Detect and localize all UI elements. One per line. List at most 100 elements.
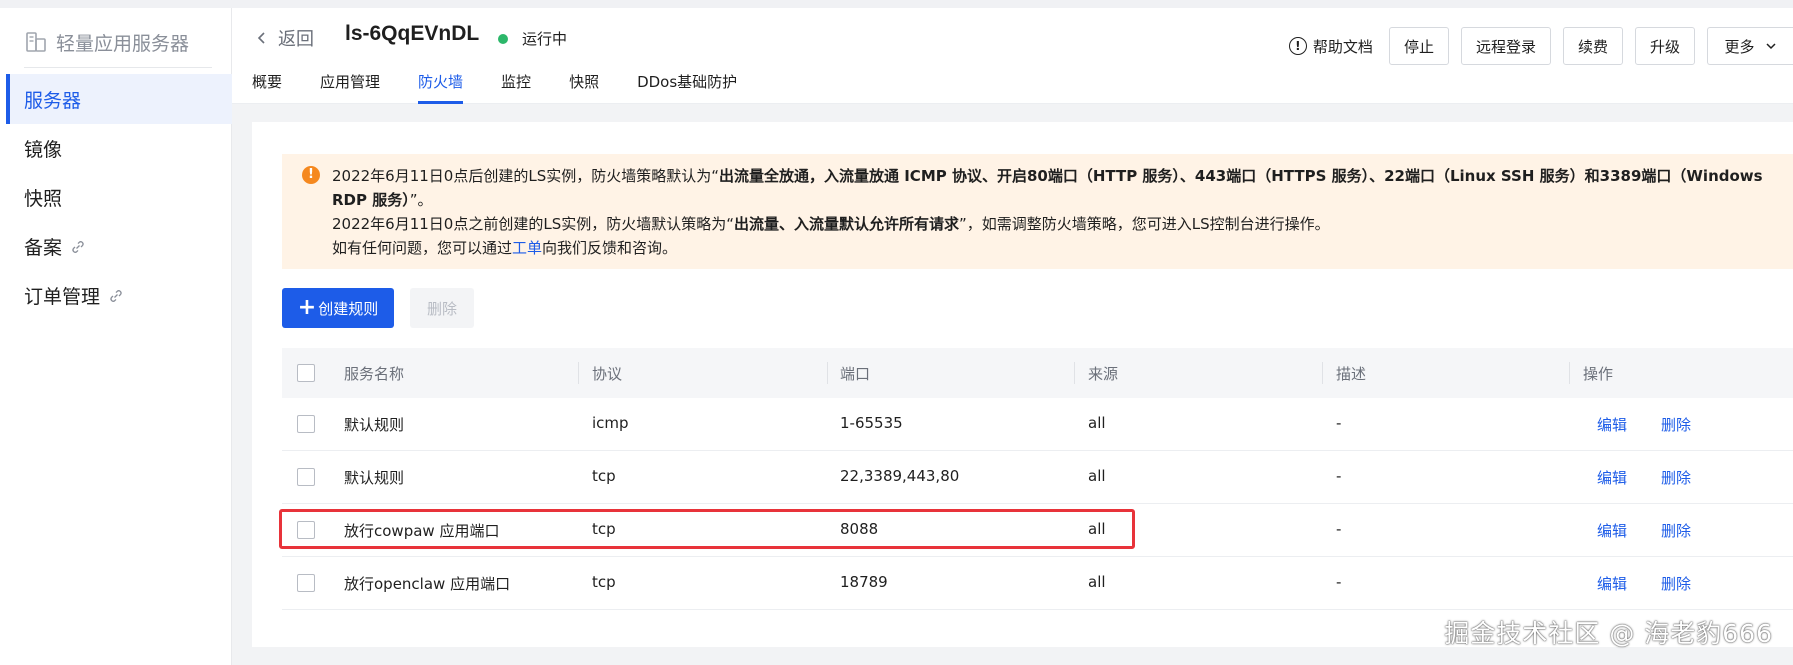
notice-line-2: 2022年6月11日0点之前创建的LS实例，防火墙默认策略为“出流量、入流量默认…	[332, 212, 1773, 236]
firewall-rules-table: 服务名称 协议 端口 来源 描述 操作 默认规则 icmp 1-65535 al…	[282, 348, 1793, 610]
header-description: 描述	[1336, 365, 1367, 383]
cell-port: 1-65535	[840, 414, 903, 432]
row-checkbox[interactable]	[297, 521, 315, 539]
column-separator	[1322, 362, 1323, 384]
sidebar-header: 轻量应用服务器	[24, 24, 189, 60]
ticket-link[interactable]: 工单	[512, 239, 542, 257]
cell-protocol: tcp	[592, 520, 616, 538]
sidebar-item-label: 备案	[24, 236, 63, 259]
more-label: 更多	[1724, 37, 1755, 56]
notice-line-1: 2022年6月11日0点后创建的LS实例，防火墙策略默认为“出流量全放通，入流量…	[332, 164, 1773, 212]
back-button[interactable]: 返回	[254, 25, 314, 51]
plus-icon: +	[297, 295, 317, 320]
cell-source: all	[1088, 414, 1106, 432]
watermark: 掘金技术社区 @ 海老豹666	[1444, 619, 1773, 648]
header-source: 来源	[1088, 365, 1119, 383]
notice-line-3: 如有任何问题，您可以通过工单向我们反馈和咨询。	[332, 236, 1773, 260]
help-label: 帮助文档	[1312, 37, 1373, 56]
sidebar-item-label: 镜像	[24, 138, 63, 161]
delete-link[interactable]: 删除	[1661, 573, 1691, 594]
chevron-left-icon	[257, 32, 265, 44]
notice-text: ”。	[409, 191, 433, 209]
sidebar-title: 轻量应用服务器	[56, 32, 190, 55]
cell-description: -	[1336, 520, 1342, 538]
cell-port: 18789	[840, 573, 888, 591]
tab-overview[interactable]: 概要	[252, 71, 282, 104]
tab-firewall[interactable]: 防火墙	[418, 71, 464, 104]
delete-link[interactable]: 删除	[1661, 414, 1691, 435]
back-label: 返回	[278, 29, 314, 50]
row-checkbox[interactable]	[297, 468, 315, 486]
edit-link[interactable]: 编辑	[1597, 467, 1627, 488]
table-row: 默认规则 icmp 1-65535 all - 编辑 删除	[282, 398, 1793, 451]
external-link-icon	[108, 287, 124, 303]
cell-source: all	[1088, 573, 1106, 591]
cell-service-name: 放行cowpaw 应用端口	[344, 522, 500, 540]
cell-service-name: 默认规则	[344, 416, 405, 434]
select-all-checkbox[interactable]	[297, 364, 315, 382]
renew-button[interactable]: 续费	[1562, 27, 1623, 65]
upgrade-button[interactable]: 升级	[1634, 27, 1695, 65]
edit-link[interactable]: 编辑	[1597, 573, 1627, 594]
help-docs-link[interactable]: ! 帮助文档	[1288, 36, 1373, 57]
sidebar-item-servers[interactable]: 服务器	[6, 74, 232, 124]
header-protocol: 协议	[592, 365, 623, 383]
sidebar-item-orders[interactable]: 订单管理	[8, 270, 232, 320]
cell-description: -	[1336, 573, 1342, 591]
sidebar-item-label: 订单管理	[24, 285, 101, 308]
sidebar: 轻量应用服务器 服务器 镜像 快照 备案 订单管理	[0, 8, 232, 665]
notice-text: 2022年6月11日0点之前创建的LS实例，防火墙默认策略为“	[332, 215, 734, 233]
stop-button[interactable]: 停止	[1388, 27, 1449, 65]
table-row: 默认规则 tcp 22,3389,443,80 all - 编辑 删除	[282, 451, 1793, 504]
header-port: 端口	[840, 365, 871, 383]
notice-text: 2022年6月11日0点后创建的LS实例，防火墙策略默认为“	[332, 167, 719, 185]
cell-protocol: icmp	[592, 414, 629, 432]
delete-link[interactable]: 删除	[1661, 467, 1691, 488]
edit-link[interactable]: 编辑	[1597, 414, 1627, 435]
edit-link[interactable]: 编辑	[1597, 520, 1627, 541]
table-row: 放行cowpaw 应用端口 tcp 8088 all - 编辑 删除	[282, 504, 1793, 557]
cell-port: 22,3389,443,80	[840, 467, 960, 485]
sidebar-divider	[24, 67, 212, 68]
cell-protocol: tcp	[592, 573, 616, 591]
cell-service-name: 放行openclaw 应用端口	[344, 575, 511, 593]
sidebar-item-filing[interactable]: 备案	[8, 221, 232, 271]
notice-bold-text: 出流量、入流量默认允许所有请求	[734, 215, 960, 233]
cell-source: all	[1088, 520, 1106, 538]
tab-ddos-protection[interactable]: DDos基础防护	[637, 71, 737, 104]
remote-login-button[interactable]: 远程登录	[1460, 27, 1551, 65]
notice-text: ”，如需调整防火墙策略，您可进入LS控制台进行操作。	[959, 215, 1330, 233]
sidebar-item-snapshots[interactable]: 快照	[8, 172, 232, 222]
tab-app-management[interactable]: 应用管理	[320, 71, 380, 104]
table-row: 放行openclaw 应用端口 tcp 18789 all - 编辑 删除	[282, 557, 1793, 610]
info-icon: !	[1288, 37, 1307, 55]
sidebar-item-images[interactable]: 镜像	[8, 123, 232, 173]
warning-icon: !	[302, 166, 320, 184]
create-rule-label: 创建规则	[318, 299, 379, 318]
more-button[interactable]: 更多	[1707, 27, 1793, 65]
sidebar-item-label: 快照	[24, 187, 63, 210]
header-actions: 操作	[1583, 365, 1614, 383]
cell-port: 8088	[840, 520, 879, 538]
server-icon	[24, 30, 48, 54]
column-separator	[1569, 362, 1570, 384]
create-rule-button[interactable]: + 创建规则	[282, 288, 394, 328]
cell-protocol: tcp	[592, 467, 616, 485]
tab-monitoring[interactable]: 监控	[501, 71, 531, 104]
row-checkbox[interactable]	[297, 574, 315, 592]
instance-name: ls-6QqEVnDL	[345, 22, 480, 45]
notice-text: 如有任何问题，您可以通过	[332, 239, 513, 257]
external-link-icon	[70, 238, 86, 254]
bulk-delete-button: 删除	[410, 288, 474, 328]
header-actions: ! 帮助文档 停止 远程登录 续费 升级 更多	[1288, 27, 1793, 65]
tab-snapshots[interactable]: 快照	[569, 71, 599, 104]
row-checkbox[interactable]	[297, 415, 315, 433]
firewall-notice: ! 2022年6月11日0点后创建的LS实例，防火墙策略默认为“出流量全放通，入…	[282, 154, 1793, 269]
delete-link[interactable]: 删除	[1661, 520, 1691, 541]
table-header: 服务名称 协议 端口 来源 描述 操作	[282, 348, 1793, 398]
status-badge: 运行中	[498, 28, 567, 49]
notice-text: 向我们反馈和咨询。	[542, 239, 678, 257]
column-separator	[827, 362, 828, 384]
status-dot-icon	[498, 33, 508, 44]
cell-service-name: 默认规则	[344, 469, 405, 487]
